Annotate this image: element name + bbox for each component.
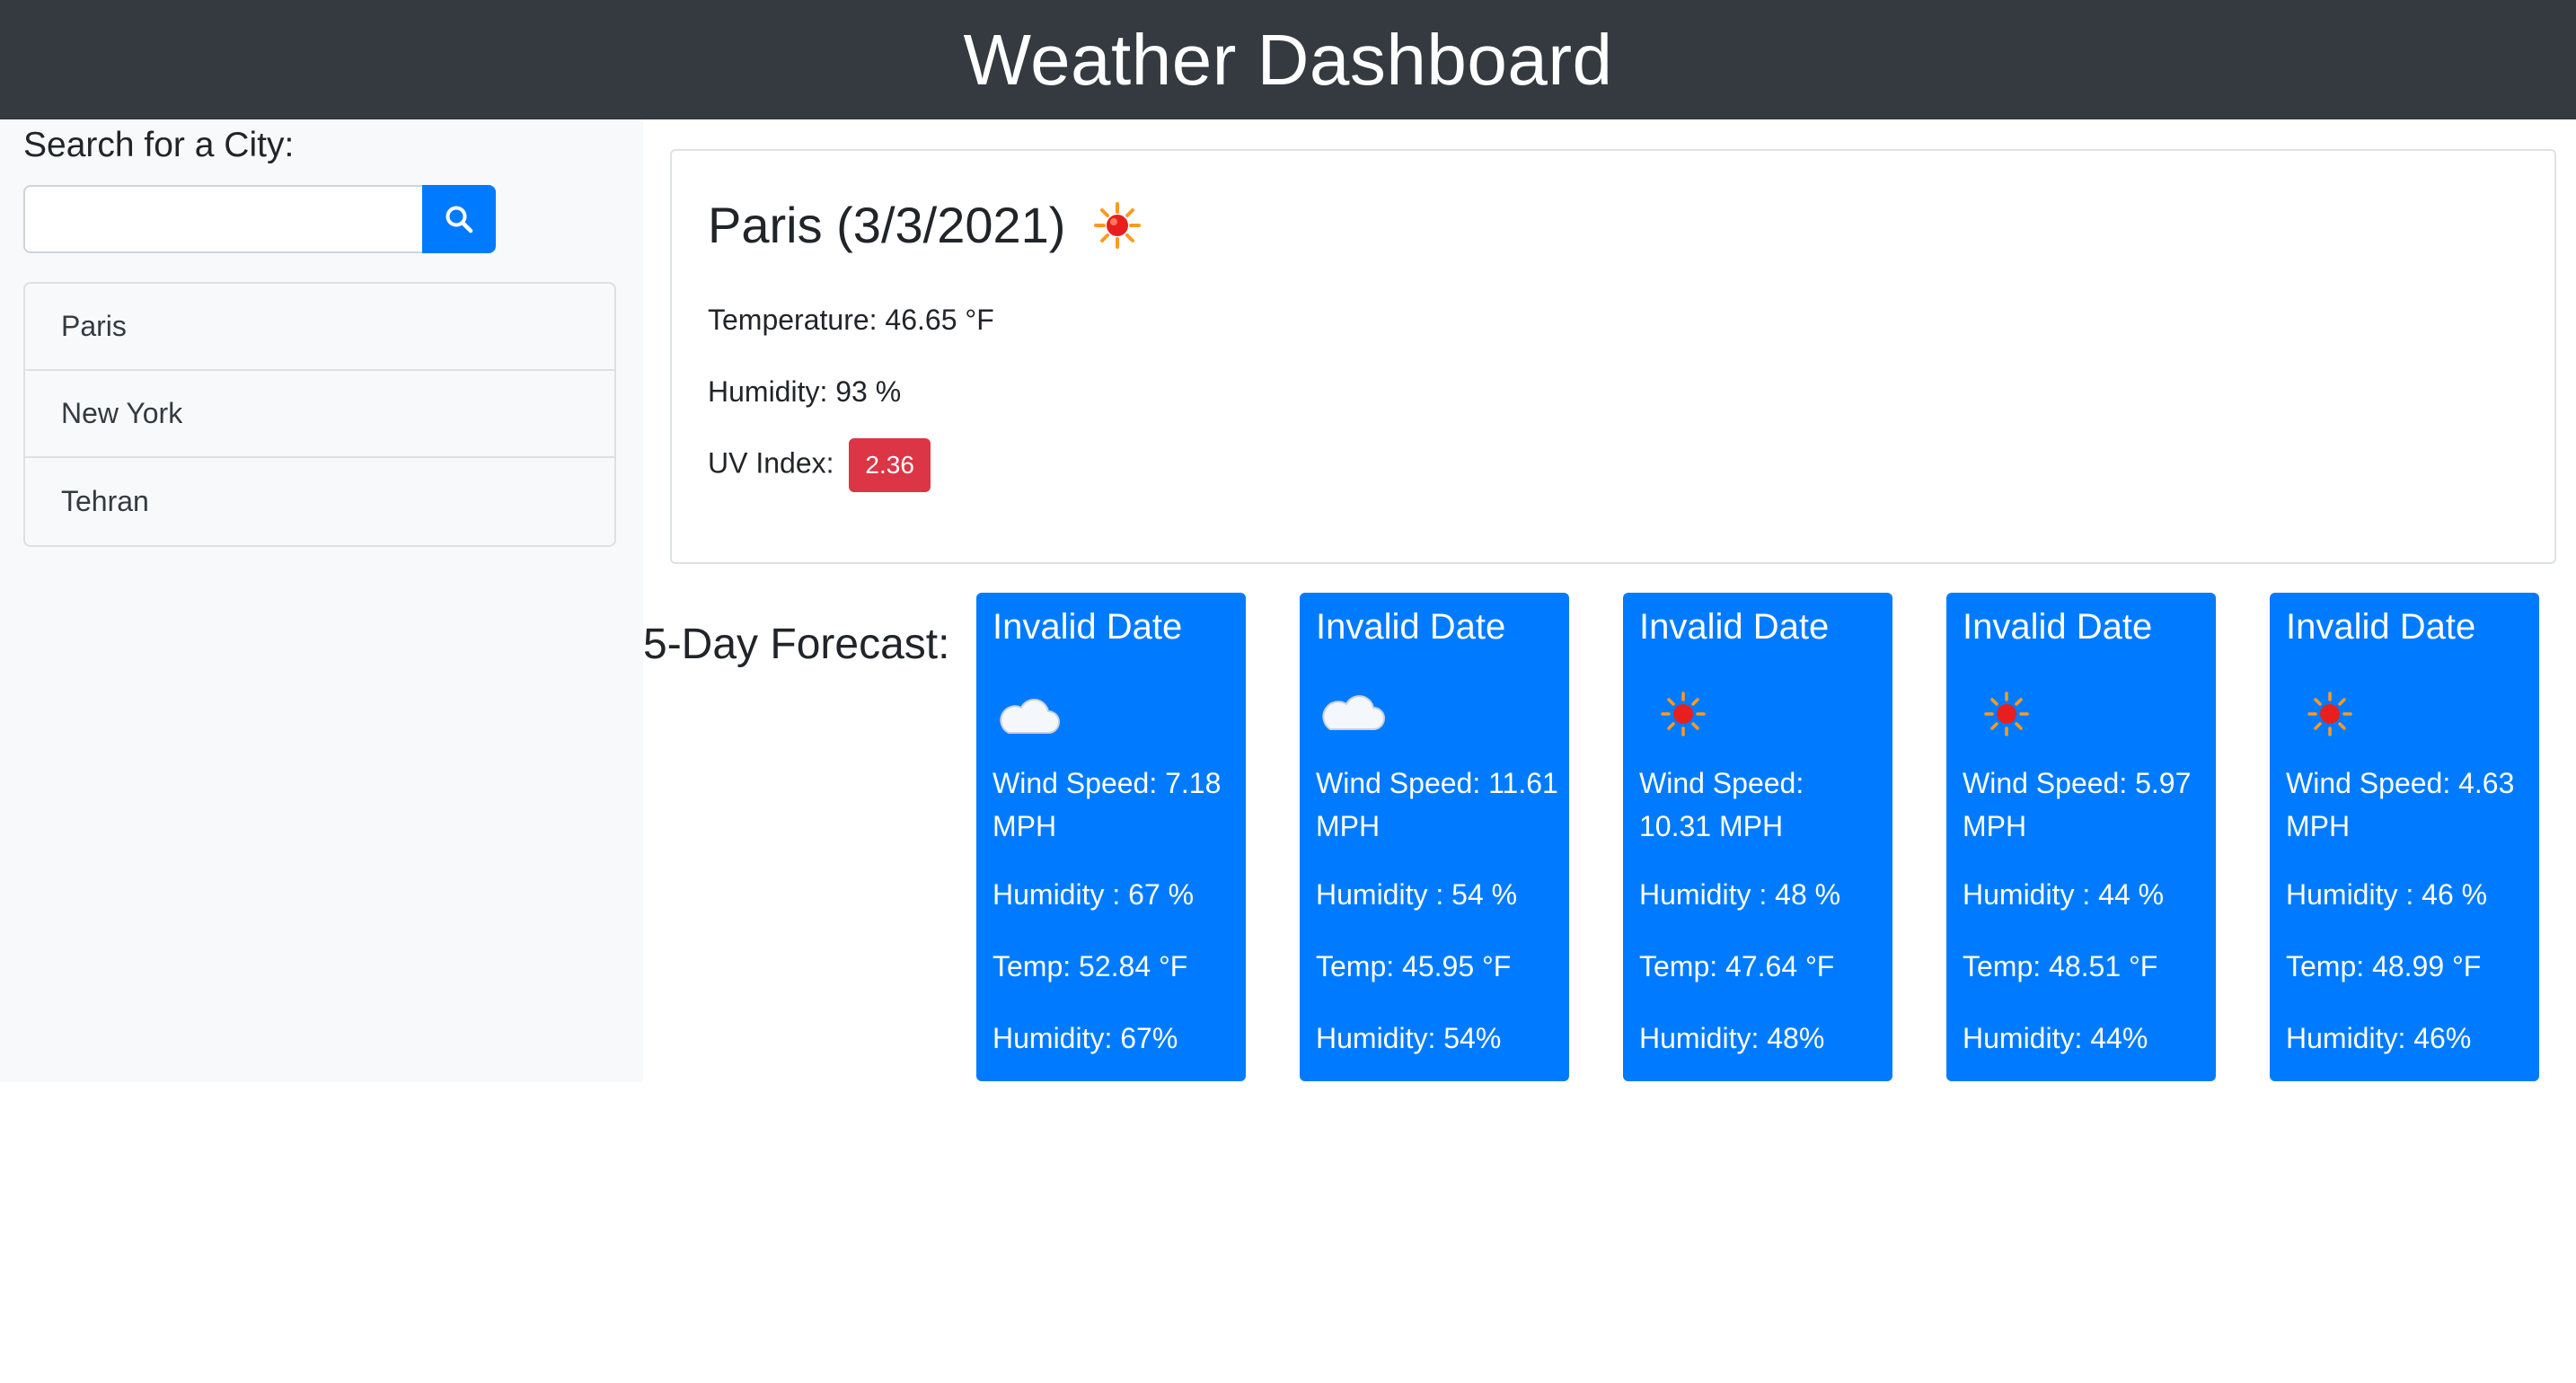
forecast-humidity: Humidity : 46 % bbox=[2286, 878, 2488, 911]
cloud-icon bbox=[1322, 695, 1385, 730]
forecast-card: Invalid Date Wind Speed: 5.97 MPH Humidi… bbox=[1946, 593, 2216, 1081]
sun-icon bbox=[1094, 201, 1142, 249]
forecast-card: Invalid Date Wind Speed: 11.61 MPH Humid… bbox=[1300, 593, 1569, 1081]
forecast-date: Invalid Date bbox=[1316, 607, 1506, 647]
forecast-humidity-percent: Humidity: 67% bbox=[992, 1022, 1178, 1054]
forecast-humidity: Humidity : 44 % bbox=[1963, 878, 2165, 911]
city-item-new-york[interactable]: New York bbox=[25, 371, 614, 458]
forecast-temp: Temp: 48.99 °F bbox=[2286, 950, 2482, 982]
forecast-humidity-percent: Humidity: 44% bbox=[1963, 1022, 2148, 1054]
sun-icon bbox=[1984, 692, 2029, 736]
forecast-card: Invalid Date Wind Speed: 7.18 MPH Humidi… bbox=[976, 593, 1246, 1081]
forecast-date: Invalid Date bbox=[992, 607, 1183, 647]
forecast-date: Invalid Date bbox=[2286, 607, 2476, 647]
forecast-date: Invalid Date bbox=[1963, 607, 2153, 647]
forecast-temp: Temp: 52.84 °F bbox=[992, 950, 1188, 982]
current-city-date: Paris (3/3/2021) bbox=[708, 197, 1066, 253]
current-humidity: Humidity: 93 % bbox=[708, 375, 902, 408]
city-item-tehran[interactable]: Tehran bbox=[25, 458, 614, 545]
page-title: Weather Dashboard bbox=[963, 19, 1613, 100]
forecast-temp: Temp: 45.95 °F bbox=[1316, 950, 1512, 982]
current-weather-title: Paris (3/3/2021) bbox=[708, 196, 1142, 254]
forecast-temp: Temp: 47.64 °F bbox=[1639, 950, 1835, 982]
forecast-humidity: Humidity : 48 % bbox=[1639, 878, 1841, 911]
forecast-humidity-percent: Humidity: 46% bbox=[2286, 1022, 2472, 1054]
city-item-paris[interactable]: Paris bbox=[25, 284, 614, 371]
forecast-wind: Wind Speed: 7.18 MPH bbox=[992, 767, 1222, 842]
uv-label: UV Index: bbox=[708, 446, 834, 480]
sun-icon bbox=[1661, 692, 1706, 736]
forecast-card: Invalid Date Wind Speed: 4.63 MPH Humidi… bbox=[2270, 593, 2539, 1081]
search-icon bbox=[446, 206, 473, 233]
forecast-temp: Temp: 48.51 °F bbox=[1963, 950, 2158, 982]
cloud-moon-icon bbox=[1000, 699, 1061, 734]
forecast-wind: Wind Speed: 11.61 MPH bbox=[1316, 767, 1558, 842]
forecast-date: Invalid Date bbox=[1639, 607, 1830, 647]
city-history-list: Paris New York Tehran bbox=[23, 282, 616, 547]
forecast-humidity: Humidity : 54 % bbox=[1316, 878, 1518, 911]
forecast-humidity: Humidity : 67 % bbox=[992, 878, 1195, 911]
forecast-wind: Wind Speed: 10.31 MPH bbox=[1639, 767, 1804, 842]
current-temperature: Temperature: 46.65 °F bbox=[708, 304, 994, 336]
forecast-wind: Wind Speed: 5.97 MPH bbox=[1963, 767, 2192, 842]
forecast-wind: Wind Speed: 4.63 MPH bbox=[2286, 767, 2515, 842]
uv-badge: 2.36 bbox=[849, 438, 931, 492]
search-label: Search for a City: bbox=[23, 126, 295, 164]
city-search-input[interactable] bbox=[23, 185, 424, 253]
current-uv-row: UV Index: 2.36 bbox=[708, 438, 931, 492]
current-weather-card: Paris (3/3/2021) Temperature: 46.65 °F H… bbox=[670, 149, 2556, 564]
forecast-humidity-percent: Humidity: 54% bbox=[1316, 1022, 1502, 1054]
app-header: Weather Dashboard bbox=[0, 0, 2576, 119]
forecast-humidity-percent: Humidity: 48% bbox=[1639, 1022, 1825, 1054]
forecast-card: Invalid Date Wind Speed: 10.31 MPH Humid… bbox=[1623, 593, 1892, 1081]
search-button[interactable] bbox=[422, 185, 496, 253]
sun-icon bbox=[2307, 692, 2352, 736]
sidebar bbox=[0, 119, 643, 1082]
forecast-title: 5-Day Forecast: bbox=[643, 621, 950, 668]
